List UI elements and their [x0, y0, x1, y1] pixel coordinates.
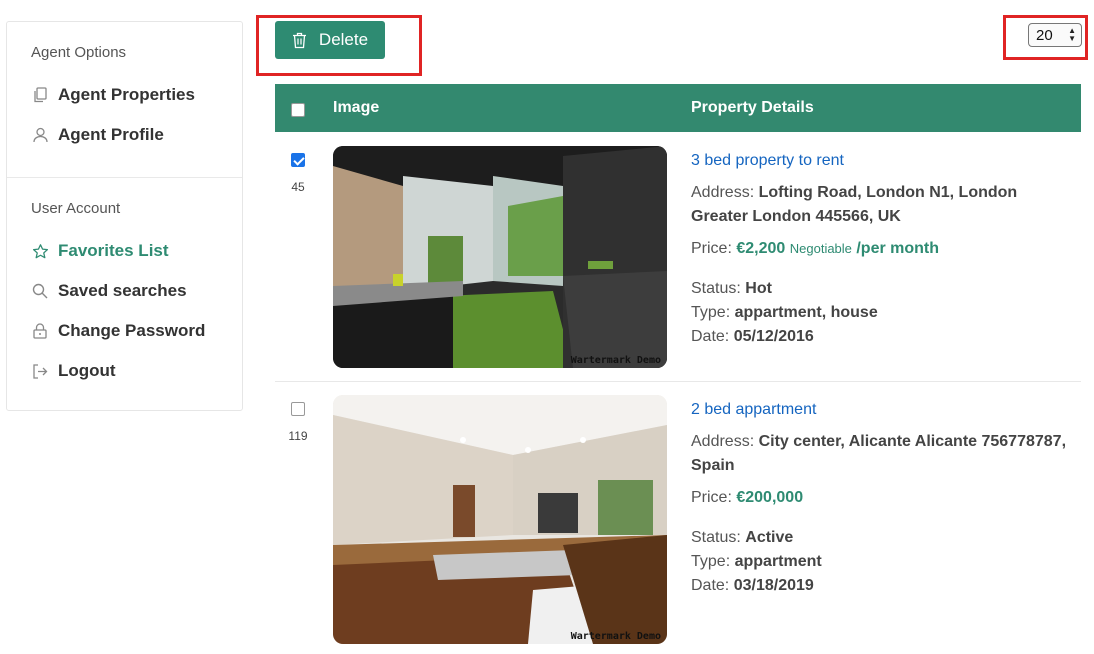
property-image[interactable]: Wartermark Demo [333, 395, 667, 644]
property-type: Type: appartment, house [691, 301, 1071, 325]
user-icon [31, 126, 49, 144]
address-label: Address: [691, 184, 755, 201]
status-value: Active [745, 529, 794, 546]
property-title-link[interactable]: 3 bed property to rent [691, 149, 1071, 173]
user-account-heading: User Account [31, 200, 121, 217]
sidebar-item-change-password[interactable]: Change Password [31, 311, 218, 351]
property-price: Price: €2,200 Negotiable /per month [691, 237, 1071, 261]
price-period: /per month [856, 240, 940, 257]
address-label: Address: [691, 433, 755, 450]
sidebar-item-label: Saved searches [58, 281, 187, 300]
table-row: 119 Wartermark Demo 2 bed appartment Add… [275, 382, 1081, 654]
status-label: Status: [691, 280, 741, 297]
sidebar-item-label: Change Password [58, 321, 206, 340]
sidebar-item-label: Agent Profile [58, 125, 164, 144]
price-label: Price: [691, 489, 732, 506]
price-label: Price: [691, 240, 732, 257]
row-checkbox[interactable] [291, 153, 305, 167]
property-price: Price: €200,000 [691, 486, 1071, 510]
table-header: Image Property Details [275, 84, 1081, 132]
sidebar-item-label: Agent Properties [58, 85, 195, 104]
table-row: 45 Wartermark Demo 3 bed property to ren… [275, 133, 1081, 382]
status-value: Hot [745, 280, 772, 297]
sidebar-item-logout[interactable]: Logout [31, 351, 218, 391]
status-label: Status: [691, 529, 741, 546]
sidebar-item-saved-searches[interactable]: Saved searches [31, 271, 218, 311]
price-value: €2,200 [736, 240, 786, 257]
logout-icon [31, 362, 49, 380]
type-label: Type: [691, 304, 731, 321]
property-status: Status: Hot [691, 277, 1071, 301]
type-value: appartment [734, 553, 822, 570]
select-all-checkbox[interactable] [291, 103, 305, 117]
delete-button[interactable]: Delete [275, 21, 385, 59]
agent-options-section: Agent Options Agent Properties Agent Pro… [7, 22, 242, 177]
select-arrows-icon: ▲ ▼ [1068, 26, 1076, 43]
property-details: 3 bed property to rent Address: Lofting … [691, 149, 1071, 349]
row-checkbox[interactable] [291, 402, 305, 416]
property-date: Date: 03/18/2019 [691, 574, 1071, 598]
type-value: appartment, house [734, 304, 878, 321]
property-image[interactable]: Wartermark Demo [333, 146, 667, 368]
date-value: 05/12/2016 [733, 328, 814, 345]
image-watermark: Wartermark Demo [570, 355, 661, 366]
sidebar-item-label: Logout [58, 361, 116, 380]
property-address: Address: City center, Alicante Alicante … [691, 430, 1071, 478]
date-value: 03/18/2019 [733, 577, 814, 594]
sidebar-item-label: Favorites List [58, 241, 169, 260]
agent-options-heading: Agent Options [31, 44, 127, 61]
lock-icon [31, 322, 49, 340]
trash-icon [292, 32, 307, 49]
property-details: 2 bed appartment Address: City center, A… [691, 398, 1071, 598]
property-meta: Status: Active Type: appartment Date: 03… [691, 526, 1071, 598]
image-watermark: Wartermark Demo [570, 631, 661, 642]
delete-button-label: Delete [318, 30, 369, 49]
property-type: Type: appartment [691, 550, 1071, 574]
copy-icon [31, 86, 49, 104]
date-label: Date: [691, 328, 730, 345]
sidebar-item-favorites[interactable]: Favorites List [31, 231, 218, 271]
property-date: Date: 05/12/2016 [691, 325, 1071, 349]
property-address: Address: Lofting Road, London N1, London… [691, 181, 1071, 229]
sidebar-item-agent-profile[interactable]: Agent Profile [31, 115, 218, 155]
user-account-section: User Account Favorites List Saved search… [7, 177, 242, 407]
sidebar: Agent Options Agent Properties Agent Pro… [6, 21, 243, 411]
column-header-image: Image [333, 99, 380, 116]
price-value: €200,000 [736, 489, 804, 506]
per-page-select[interactable]: 20 ▲ ▼ [1028, 23, 1082, 47]
date-label: Date: [691, 577, 730, 594]
property-status: Status: Active [691, 526, 1071, 550]
row-id: 119 [288, 429, 308, 443]
star-icon [31, 242, 49, 260]
column-header-details: Property Details [691, 99, 814, 116]
search-icon [31, 282, 49, 300]
sidebar-item-agent-properties[interactable]: Agent Properties [31, 75, 218, 115]
property-title-link[interactable]: 2 bed appartment [691, 398, 1071, 422]
negotiable-badge: Negotiable [789, 241, 852, 256]
row-id: 45 [291, 180, 305, 194]
property-meta: Status: Hot Type: appartment, house Date… [691, 277, 1071, 349]
type-label: Type: [691, 553, 731, 570]
per-page-value: 20 [1036, 26, 1053, 44]
